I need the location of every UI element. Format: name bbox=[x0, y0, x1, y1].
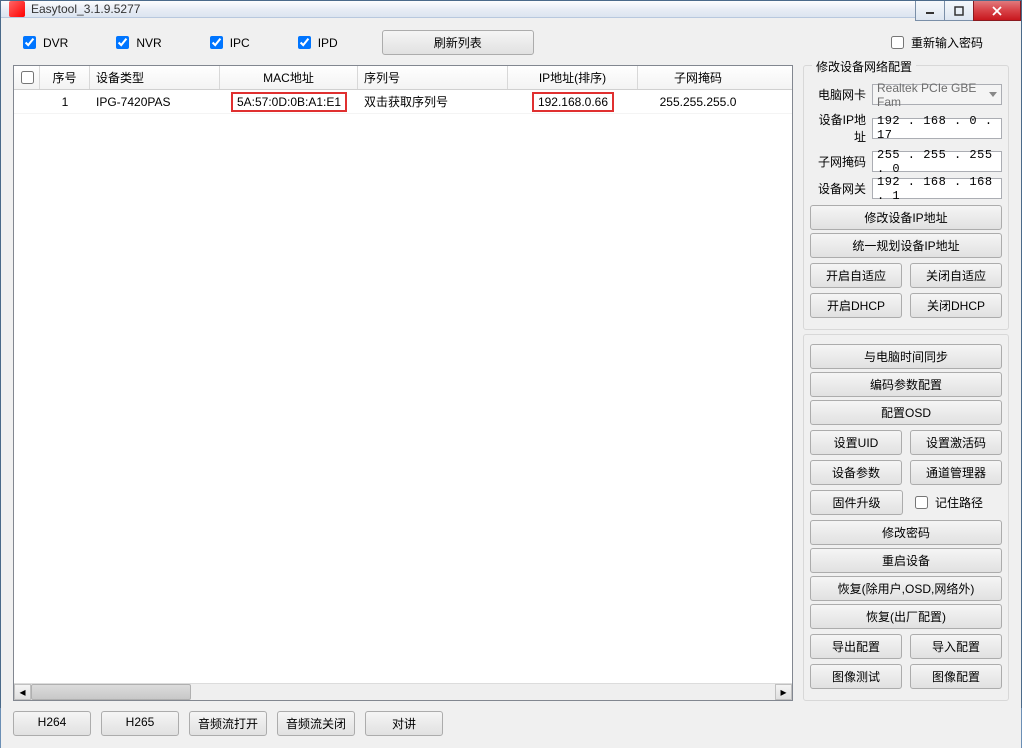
row-nic: 电脑网卡 Realtek PCIe GBE Fam bbox=[810, 84, 1002, 105]
image-test-button[interactable]: 图像测试 bbox=[810, 664, 902, 689]
window-buttons bbox=[916, 1, 1021, 21]
filter-ipc[interactable]: IPC bbox=[206, 33, 250, 52]
remember-path-checkbox[interactable] bbox=[915, 496, 928, 509]
filter-row: DVR NVR IPC IPD 刷新列表 重新输入密码 bbox=[13, 28, 1009, 57]
h265-button[interactable]: H265 bbox=[101, 711, 179, 736]
audio-off-button[interactable]: 音频流关闭 bbox=[277, 711, 355, 736]
th-checkbox[interactable] bbox=[14, 66, 40, 89]
gateway-input[interactable]: 192 . 168 . 168 . 1 bbox=[872, 178, 1002, 199]
group-title: 修改设备网络配置 bbox=[812, 58, 916, 75]
row-ip: 设备IP地址 192 . 168 . 0 . 17 bbox=[810, 111, 1002, 145]
set-uid-button[interactable]: 设置UID bbox=[810, 430, 902, 455]
scroll-thumb[interactable] bbox=[31, 684, 191, 700]
th-type[interactable]: 设备类型 bbox=[90, 66, 220, 89]
plan-ip-button[interactable]: 统一规划设备IP地址 bbox=[810, 233, 1002, 258]
osd-button[interactable]: 配置OSD bbox=[810, 400, 1002, 425]
auto-on-button[interactable]: 开启自适应 bbox=[810, 263, 902, 288]
close-button[interactable] bbox=[973, 1, 1021, 21]
encode-param-button[interactable]: 编码参数配置 bbox=[810, 372, 1002, 397]
refresh-button[interactable]: 刷新列表 bbox=[382, 30, 534, 55]
channel-mgr-button[interactable]: 通道管理器 bbox=[910, 460, 1002, 485]
cell-mac: 5A:57:0D:0B:A1:E1 bbox=[220, 90, 358, 113]
scroll-left-icon[interactable]: ◂ bbox=[14, 684, 31, 700]
auto-off-button[interactable]: 关闭自适应 bbox=[910, 263, 1002, 288]
device-table: 序号 设备类型 MAC地址 序列号 IP地址(排序) 子网掩码 1 IPG-74… bbox=[13, 65, 793, 701]
image-config-button[interactable]: 图像配置 bbox=[910, 664, 1002, 689]
cell-ip: 192.168.0.66 bbox=[508, 90, 638, 113]
reenter-password[interactable]: 重新输入密码 bbox=[887, 33, 983, 52]
restore-factory-button[interactable]: 恢复(出厂配置) bbox=[810, 604, 1002, 629]
minimize-button[interactable] bbox=[915, 1, 945, 21]
th-serial[interactable]: 序列号 bbox=[358, 66, 508, 89]
th-no[interactable]: 序号 bbox=[40, 66, 90, 89]
set-activation-button[interactable]: 设置激活码 bbox=[910, 430, 1002, 455]
network-config-group: 修改设备网络配置 电脑网卡 Realtek PCIe GBE Fam 设备IP地… bbox=[803, 65, 1009, 330]
table-header: 序号 设备类型 MAC地址 序列号 IP地址(排序) 子网掩码 bbox=[14, 66, 792, 90]
dhcp-on-button[interactable]: 开启DHCP bbox=[810, 293, 902, 318]
titlebar: Easytool_3.1.9.5277 bbox=[1, 1, 1021, 18]
bottom-row: H264 H265 音频流打开 音频流关闭 对讲 bbox=[13, 709, 1009, 736]
talk-button[interactable]: 对讲 bbox=[365, 711, 443, 736]
export-config-button[interactable]: 导出配置 bbox=[810, 634, 902, 659]
side-panel: 修改设备网络配置 电脑网卡 Realtek PCIe GBE Fam 设备IP地… bbox=[803, 65, 1009, 701]
ipd-checkbox[interactable] bbox=[298, 36, 311, 49]
window-title: Easytool_3.1.9.5277 bbox=[31, 2, 140, 16]
cell-serial[interactable]: 双击获取序列号 bbox=[358, 90, 508, 113]
app-icon bbox=[9, 1, 25, 17]
firmware-upgrade-button[interactable]: 固件升级 bbox=[810, 490, 903, 515]
filter-ipd[interactable]: IPD bbox=[294, 33, 338, 52]
remember-path[interactable]: 记住路径 bbox=[911, 490, 1002, 515]
th-mac[interactable]: MAC地址 bbox=[220, 66, 358, 89]
table-body: 1 IPG-7420PAS 5A:57:0D:0B:A1:E1 双击获取序列号 … bbox=[14, 90, 792, 683]
body: DVR NVR IPC IPD 刷新列表 重新输入密码 序号 设备类型 MAC地… bbox=[1, 18, 1021, 748]
nvr-checkbox[interactable] bbox=[116, 36, 129, 49]
restore-keep-button[interactable]: 恢复(除用户,OSD,网络外) bbox=[810, 576, 1002, 601]
main-row: 序号 设备类型 MAC地址 序列号 IP地址(排序) 子网掩码 1 IPG-74… bbox=[13, 65, 1009, 701]
cell-no: 1 bbox=[40, 90, 90, 113]
ipc-checkbox[interactable] bbox=[210, 36, 223, 49]
import-config-button[interactable]: 导入配置 bbox=[910, 634, 1002, 659]
horizontal-scrollbar[interactable]: ◂ ▸ bbox=[14, 683, 792, 700]
maximize-button[interactable] bbox=[944, 1, 974, 21]
cell-type: IPG-7420PAS bbox=[90, 90, 220, 113]
time-sync-button[interactable]: 与电脑时间同步 bbox=[810, 344, 1002, 369]
nic-select[interactable]: Realtek PCIe GBE Fam bbox=[872, 84, 1002, 105]
h264-button[interactable]: H264 bbox=[13, 711, 91, 736]
cell-mask: 255.255.255.0 bbox=[638, 90, 758, 113]
dvr-checkbox[interactable] bbox=[23, 36, 36, 49]
th-mask[interactable]: 子网掩码 bbox=[638, 66, 758, 89]
modify-password-button[interactable]: 修改密码 bbox=[810, 520, 1002, 545]
device-ip-input[interactable]: 192 . 168 . 0 . 17 bbox=[872, 118, 1002, 139]
row-mask: 子网掩码 255 . 255 . 255 . 0 bbox=[810, 151, 1002, 172]
actions-group: 与电脑时间同步 编码参数配置 配置OSD 设置UID 设置激活码 设备参数 通道… bbox=[803, 334, 1009, 701]
row-gw: 设备网关 192 . 168 . 168 . 1 bbox=[810, 178, 1002, 199]
filter-nvr[interactable]: NVR bbox=[112, 33, 161, 52]
app-window: Easytool_3.1.9.5277 DVR NVR IPC IPD 刷新列表… bbox=[0, 0, 1022, 708]
filter-dvr[interactable]: DVR bbox=[19, 33, 68, 52]
reboot-button[interactable]: 重启设备 bbox=[810, 548, 1002, 573]
table-row[interactable]: 1 IPG-7420PAS 5A:57:0D:0B:A1:E1 双击获取序列号 … bbox=[14, 90, 792, 114]
chevron-down-icon bbox=[989, 92, 997, 97]
dhcp-off-button[interactable]: 关闭DHCP bbox=[910, 293, 1002, 318]
modify-ip-button[interactable]: 修改设备IP地址 bbox=[810, 205, 1002, 230]
reenter-checkbox[interactable] bbox=[891, 36, 904, 49]
subnet-mask-input[interactable]: 255 . 255 . 255 . 0 bbox=[872, 151, 1002, 172]
th-ip[interactable]: IP地址(排序) bbox=[508, 66, 638, 89]
device-param-button[interactable]: 设备参数 bbox=[810, 460, 902, 485]
scroll-right-icon[interactable]: ▸ bbox=[775, 684, 792, 700]
audio-on-button[interactable]: 音频流打开 bbox=[189, 711, 267, 736]
